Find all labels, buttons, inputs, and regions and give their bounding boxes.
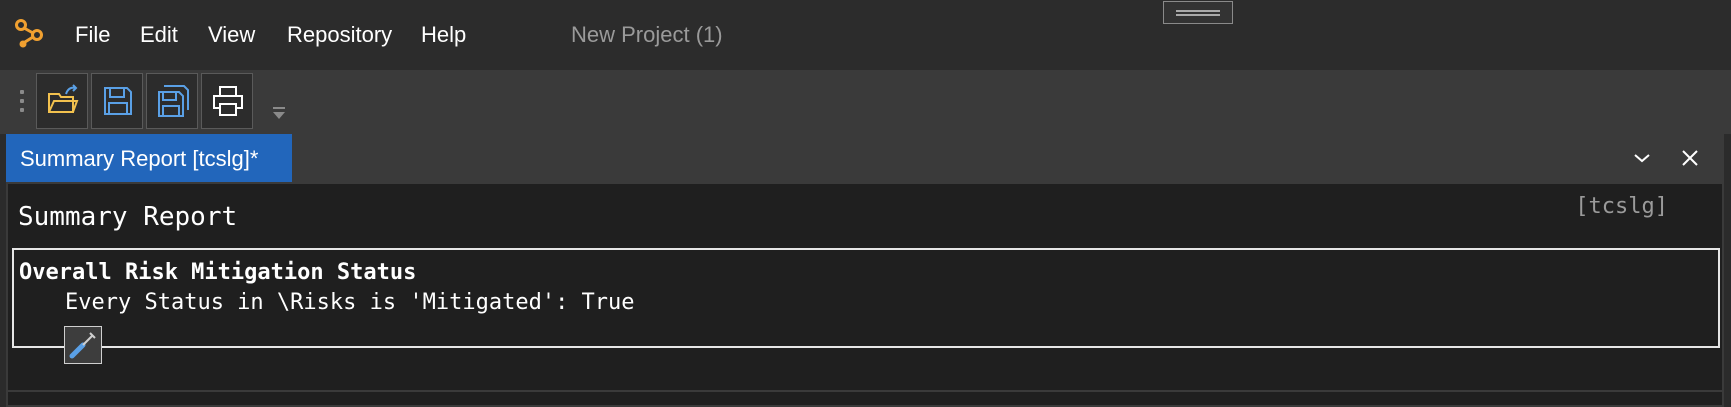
save-icon <box>104 87 132 115</box>
menu-file[interactable]: File <box>75 22 110 48</box>
menu-edit[interactable]: Edit <box>140 22 178 48</box>
print-button[interactable] <box>201 73 253 129</box>
toolbar <box>0 70 1731 134</box>
menu-help[interactable]: Help <box>421 22 466 48</box>
project-title: New Project (1) <box>571 22 723 47</box>
close-icon[interactable] <box>1678 146 1702 170</box>
menu-repository[interactable]: Repository <box>287 22 392 48</box>
report-title: Summary Report <box>18 202 238 232</box>
report-view: Summary Report [tcslg] Overall Risk Miti… <box>6 182 1724 407</box>
save-button[interactable] <box>91 73 143 129</box>
divider <box>8 390 1722 392</box>
screwdriver-icon <box>69 332 96 359</box>
toolbar-overflow-icon[interactable] <box>272 106 286 120</box>
section-heading: Overall Risk Mitigation Status <box>19 260 417 285</box>
risk-mitigation-section[interactable]: Overall Risk Mitigation Status Every Sta… <box>12 248 1720 348</box>
app-logo-icon[interactable] <box>14 18 44 50</box>
print-icon <box>213 86 243 116</box>
menu-view[interactable]: View <box>208 22 255 48</box>
window-grip-handle[interactable] <box>1163 1 1233 24</box>
section-detail: Every Status in \Risks is 'Mitigated': T… <box>65 290 635 315</box>
document-tab-strip: Summary Report [tcslg]* <box>6 134 1724 182</box>
open-folder-icon <box>48 84 79 113</box>
tab-label: Summary Report [tcslg]* <box>20 146 259 171</box>
open-button[interactable] <box>36 73 88 129</box>
menu-bar: File Edit View Repository Help New Proje… <box>0 0 1731 70</box>
tab-summary-report[interactable]: Summary Report [tcslg]* <box>6 134 292 182</box>
toolbar-grip-icon[interactable] <box>20 90 24 120</box>
save-all-button[interactable] <box>146 73 198 129</box>
chevron-down-icon[interactable] <box>1630 146 1654 170</box>
edit-tool-button[interactable] <box>64 326 102 364</box>
save-all-icon <box>158 85 189 117</box>
report-tag: [tcslg] <box>1575 194 1668 219</box>
